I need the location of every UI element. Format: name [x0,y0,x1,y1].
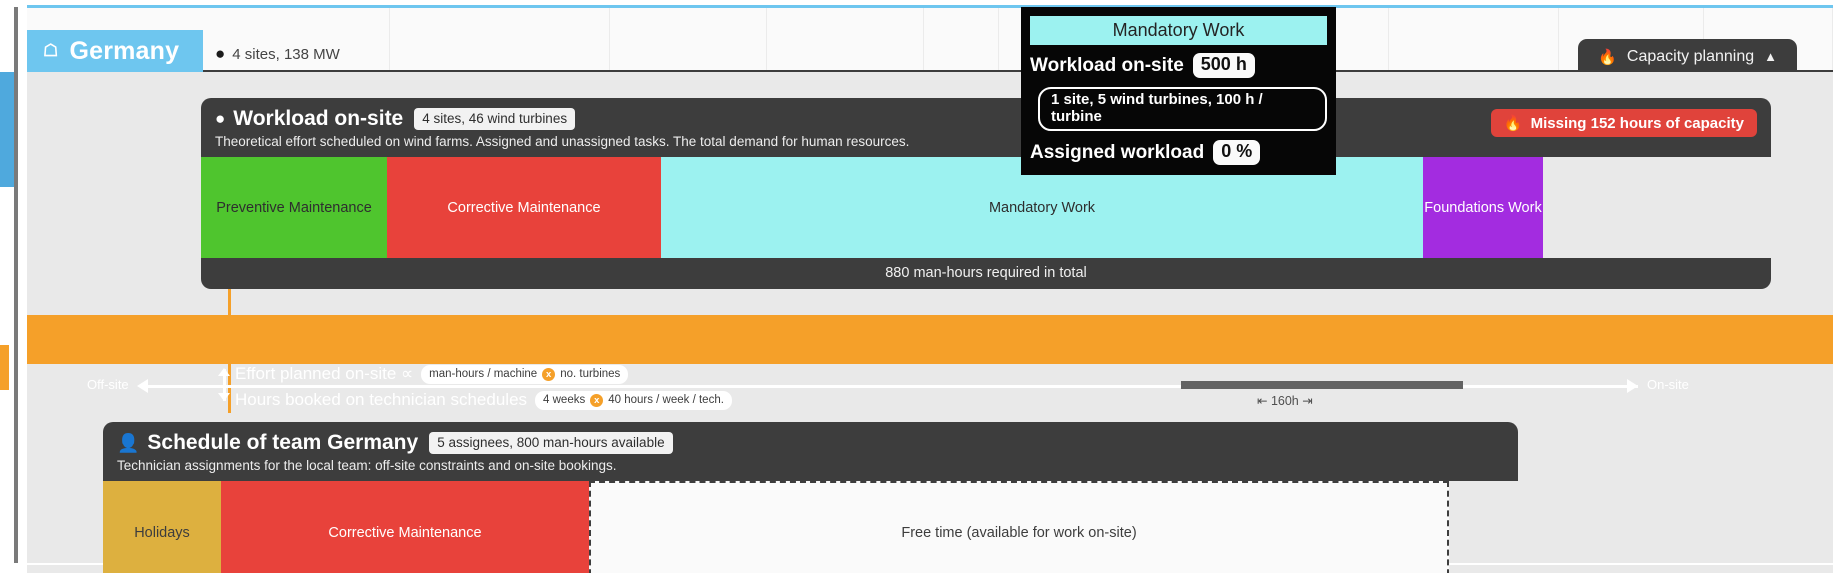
workload-segment[interactable]: Foundations Work [1423,157,1543,258]
workload-segment[interactable]: Preventive Maintenance [201,157,387,258]
map-pin-icon: ● [215,109,225,129]
workload-on-site-card: ● Workload on-site 4 sites, 46 wind turb… [201,98,1771,289]
schedule-segment-label: Free time (available for work on-site) [901,525,1136,541]
workload-segment-label: Preventive Maintenance [216,200,372,216]
schedule-card-title: 👤 Schedule of team Germany [117,431,418,455]
workload-segment-label: Foundations Work [1424,200,1541,216]
app-root: ☖ Germany ● 4 sites, 138 MW 🔥 Capacity p… [0,0,1833,573]
header-cell [767,8,924,70]
rail-marker-blue [0,72,14,187]
formula-term-b: no. turbines [560,368,620,380]
schedule-segment[interactable]: Free time (available for work on-site) [589,481,1449,573]
home-icon: ☖ [43,41,58,61]
axis-label-offsite: Off-site [87,377,129,392]
workload-segment-label: Corrective Maintenance [447,200,600,216]
schedule-segment-label: Corrective Maintenance [328,525,481,541]
workload-segment[interactable]: Corrective Maintenance [387,157,661,258]
workload-segment-label: Mandatory Work [989,200,1095,216]
axis-label-onsite: On-site [1647,377,1689,392]
header-cell [610,8,767,70]
header-cell [924,8,999,70]
rail-marker-orange [0,345,9,390]
header-cell [390,8,610,70]
schedule-stacked-bar: Holidays Corrective Maintenance Free time … [103,481,1518,573]
axis-note-hours: Hours booked on technician schedules 4 w… [235,390,732,410]
axis-arrow-right-icon [1627,379,1638,393]
axis-note-effort-label: Effort planned on-site ∝ [235,364,413,384]
missing-capacity-badge[interactable]: 🔥 Missing 152 hours of capacity [1491,109,1757,137]
team-schedule-card: 👤 Schedule of team Germany 5 assignees, … [103,422,1518,573]
workload-title-label: Workload on-site [233,107,403,131]
schedule-scope-badge: 5 assignees, 800 man-hours available [429,432,672,454]
tooltip-row-assigned: Assigned workload 0 % [1030,140,1327,165]
sites-summary-label: 4 sites, 138 MW [232,46,340,63]
tooltip-segment-name: Mandatory Work [1113,20,1245,41]
flame-icon: 🔥 [1598,48,1617,66]
schedule-segment[interactable]: Corrective Maintenance [221,481,589,573]
axis-note-effort: Effort planned on-site ∝ man-hours / mac… [235,364,628,384]
axis-range-marker-label: ⇤ 160h ⇥ [1257,393,1313,408]
onsite-offsite-axis-band [27,315,1833,364]
scrollbar-gutter [18,7,27,563]
schedule-title-label: Schedule of team Germany [147,431,418,455]
header-cell [1389,8,1559,70]
tooltip-workload-value: 500 h [1193,53,1255,78]
capacity-planning-button[interactable]: 🔥 Capacity planning ▲ [1578,39,1797,74]
formula-term-b: 40 hours / week / tech. [608,394,724,406]
flame-icon: 🔥 [1504,114,1523,132]
map-pin-icon: ● [215,44,225,64]
tooltip-assigned-label: Assigned workload [1030,142,1204,164]
page-header: ☖ Germany ● 4 sites, 138 MW 🔥 Capacity p… [27,8,1833,72]
workload-card-header: ● Workload on-site 4 sites, 46 wind turb… [201,98,1771,157]
person-icon: 👤 [117,433,139,454]
sites-summary: ● 4 sites, 138 MW [215,44,340,64]
axis-split-arrow-down-icon [218,393,230,401]
multiply-icon: x [542,368,555,381]
chevron-up-icon: ▲ [1764,49,1777,64]
workload-card-title: ● Workload on-site [215,107,403,131]
segment-tooltip: Mandatory Work Workload on-site 500 h 1 … [1021,7,1336,175]
workload-scope-badge: 4 sites, 46 wind turbines [414,108,575,130]
tooltip-detail-chip: 1 site, 5 wind turbines, 100 h / turbine [1038,87,1327,131]
schedule-card-header: 👤 Schedule of team Germany 5 assignees, … [103,422,1518,481]
schedule-card-subtitle: Technician assignments for the local tea… [117,458,1504,473]
schedule-segment-label: Holidays [134,525,190,541]
workload-stacked-bar: Preventive Maintenance Corrective Mainten… [201,157,1771,258]
breadcrumb-country-label: Germany [69,37,179,66]
formula-term-a: 4 weeks [543,394,585,406]
tooltip-segment-swatch: Mandatory Work [1030,16,1327,45]
axis-range-marker [1181,381,1463,389]
axis-note-hours-label: Hours booked on technician schedules [235,390,527,410]
multiply-icon: x [590,394,603,407]
schedule-segment[interactable]: Holidays [103,481,221,573]
capacity-planning-label: Capacity planning [1627,48,1754,66]
axis-arrow-left-icon [137,379,148,393]
axis-formula-hours: 4 weeks x 40 hours / week / tech. [535,391,732,410]
breadcrumb-country[interactable]: ☖ Germany [27,30,203,72]
axis-formula-effort: man-hours / machine x no. turbines [421,365,628,384]
tooltip-workload-label: Workload on-site [1030,55,1184,77]
axis-split-arrow-up-icon [218,368,230,376]
main-canvas: ● Workload on-site 4 sites, 46 wind turb… [27,72,1833,563]
missing-capacity-label: Missing 152 hours of capacity [1531,115,1744,132]
tooltip-assigned-value: 0 % [1213,140,1260,165]
tooltip-row-workload: Workload on-site 500 h [1030,53,1327,78]
formula-term-a: man-hours / machine [429,368,537,380]
workload-total-footer: 880 man-hours required in total [201,258,1771,289]
